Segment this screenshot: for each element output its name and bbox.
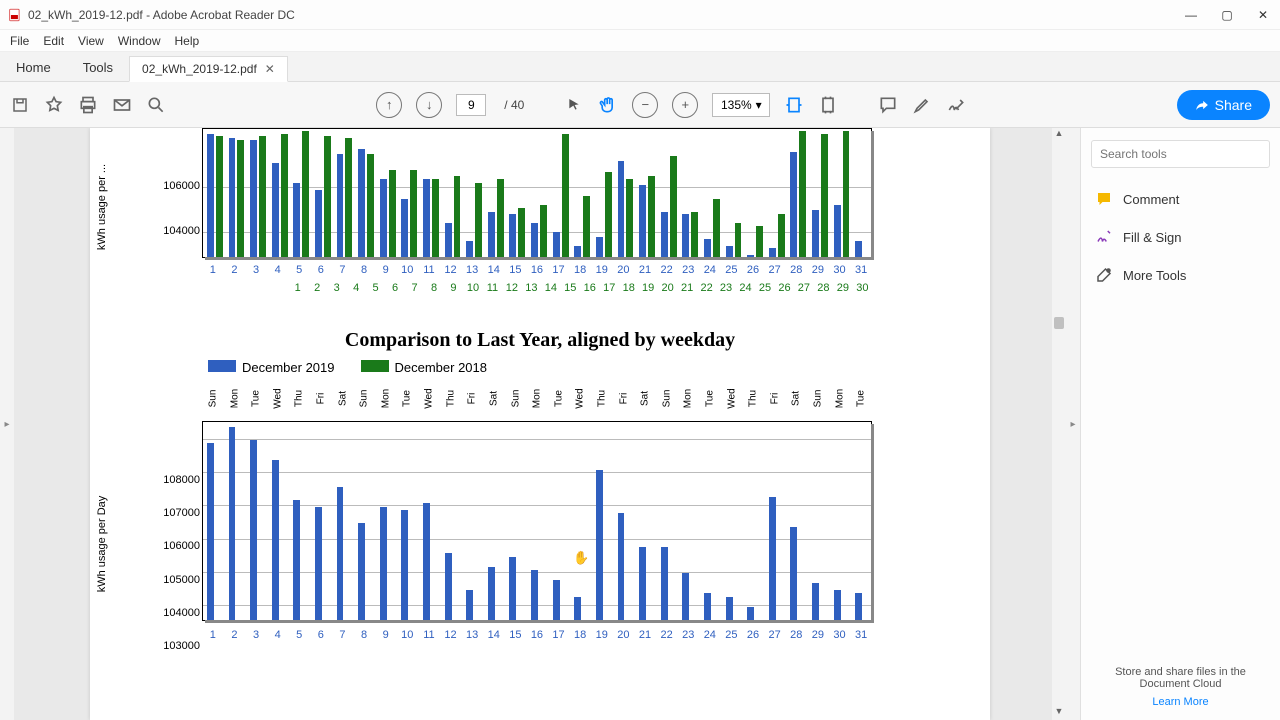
tab-tools[interactable]: Tools bbox=[67, 54, 129, 81]
highlight-tool-icon[interactable] bbox=[912, 95, 932, 115]
chart-legend: December 2019 December 2018 bbox=[208, 360, 970, 375]
scroll-up-icon[interactable]: ▲ bbox=[1052, 128, 1066, 142]
chart-bottom-title: Comparison to Last Year, aligned by week… bbox=[110, 329, 970, 352]
toolbar: ↑ ↓ / 40 − + 135% ▾ Share bbox=[0, 82, 1280, 128]
hand-tool-icon[interactable] bbox=[598, 95, 618, 115]
scroll-down-icon[interactable]: ▼ bbox=[1052, 706, 1066, 720]
more-tools-icon bbox=[1095, 266, 1113, 284]
tab-file-label: 02_kWh_2019-12.pdf bbox=[142, 62, 257, 76]
legend-swatch-2already They2019 bbox=[208, 360, 236, 372]
share-icon bbox=[1195, 98, 1209, 112]
sign-tool-icon[interactable] bbox=[946, 95, 966, 115]
fit-page-icon[interactable] bbox=[818, 95, 838, 115]
search-tools-input[interactable] bbox=[1091, 140, 1270, 168]
menu-file[interactable]: File bbox=[10, 34, 29, 48]
page-number-input[interactable] bbox=[456, 94, 486, 116]
rhp-footer-line1: Store and share files in the bbox=[1091, 666, 1270, 678]
minimize-button[interactable]: — bbox=[1182, 6, 1200, 24]
zoom-out-button[interactable]: − bbox=[632, 92, 658, 118]
share-button[interactable]: Share bbox=[1177, 90, 1270, 120]
work-area: ▸ kWh usage per ... 104000106000 1234567… bbox=[0, 128, 1280, 720]
maximize-button[interactable]: ▢ bbox=[1218, 6, 1236, 24]
zoom-select[interactable]: 135% ▾ bbox=[712, 93, 770, 117]
rhp-comment[interactable]: Comment bbox=[1091, 180, 1270, 218]
pdf-file-icon bbox=[8, 8, 22, 22]
comment-icon bbox=[1095, 190, 1113, 208]
rhp-more-tools[interactable]: More Tools bbox=[1091, 256, 1270, 294]
search-icon[interactable] bbox=[146, 95, 166, 115]
hand-cursor-icon: ✋ bbox=[573, 550, 589, 566]
chevron-down-icon: ▾ bbox=[756, 98, 762, 112]
tab-file[interactable]: 02_kWh_2019-12.pdf ✕ bbox=[129, 56, 288, 82]
menu-bar: File Edit View Window Help bbox=[0, 30, 1280, 52]
scroll-thumb[interactable] bbox=[1054, 317, 1064, 329]
star-icon[interactable] bbox=[44, 95, 64, 115]
pdf-page: kWh usage per ... 104000106000 123456789… bbox=[90, 128, 990, 720]
tab-strip: Home Tools 02_kWh_2019-12.pdf ✕ bbox=[0, 52, 1280, 82]
menu-view[interactable]: View bbox=[78, 34, 104, 48]
page-down-button[interactable]: ↓ bbox=[416, 92, 442, 118]
legend-swatch-2018 bbox=[361, 360, 389, 372]
right-panel-toggle[interactable]: ▸ bbox=[1066, 128, 1080, 720]
title-bar: 02_kWh_2019-12.pdf - Adobe Acrobat Reade… bbox=[0, 0, 1280, 30]
chart-top-ylabel: kWh usage per ... bbox=[96, 164, 108, 250]
fit-width-icon[interactable] bbox=[784, 95, 804, 115]
window-title: 02_kWh_2019-12.pdf - Adobe Acrobat Reade… bbox=[28, 8, 295, 22]
rhp-footer-line2: Document Cloud bbox=[1091, 678, 1270, 690]
save-icon[interactable] bbox=[10, 95, 30, 115]
page-total: / 40 bbox=[504, 98, 524, 112]
tab-close-icon[interactable]: ✕ bbox=[265, 62, 275, 76]
tab-home[interactable]: Home bbox=[0, 54, 67, 81]
comment-tool-icon[interactable] bbox=[878, 95, 898, 115]
print-icon[interactable] bbox=[78, 95, 98, 115]
chart-top-partial: kWh usage per ... 104000106000 123456789… bbox=[110, 128, 970, 303]
fill-sign-icon bbox=[1095, 228, 1113, 246]
chart-bottom-ylabel: kWh usage per Day bbox=[96, 496, 108, 593]
right-hand-panel: Comment Fill & Sign More Tools Store and… bbox=[1080, 128, 1280, 720]
selection-tool-icon[interactable] bbox=[564, 95, 584, 115]
rhp-learn-more-link[interactable]: Learn More bbox=[1152, 696, 1208, 708]
vertical-scrollbar[interactable]: ▲ ▼ bbox=[1052, 128, 1066, 720]
page-up-button[interactable]: ↑ bbox=[376, 92, 402, 118]
rhp-fill-sign[interactable]: Fill & Sign bbox=[1091, 218, 1270, 256]
chart-bottom: SunMonTueWedThuFriSatSunMonTueWedThuFriS… bbox=[110, 379, 970, 679]
document-viewport[interactable]: kWh usage per ... 104000106000 123456789… bbox=[14, 128, 1066, 720]
mail-icon[interactable] bbox=[112, 95, 132, 115]
left-panel-toggle[interactable]: ▸ bbox=[0, 128, 14, 720]
close-button[interactable]: ✕ bbox=[1254, 6, 1272, 24]
menu-window[interactable]: Window bbox=[118, 34, 161, 48]
menu-help[interactable]: Help bbox=[175, 34, 200, 48]
zoom-in-button[interactable]: + bbox=[672, 92, 698, 118]
menu-edit[interactable]: Edit bbox=[43, 34, 64, 48]
